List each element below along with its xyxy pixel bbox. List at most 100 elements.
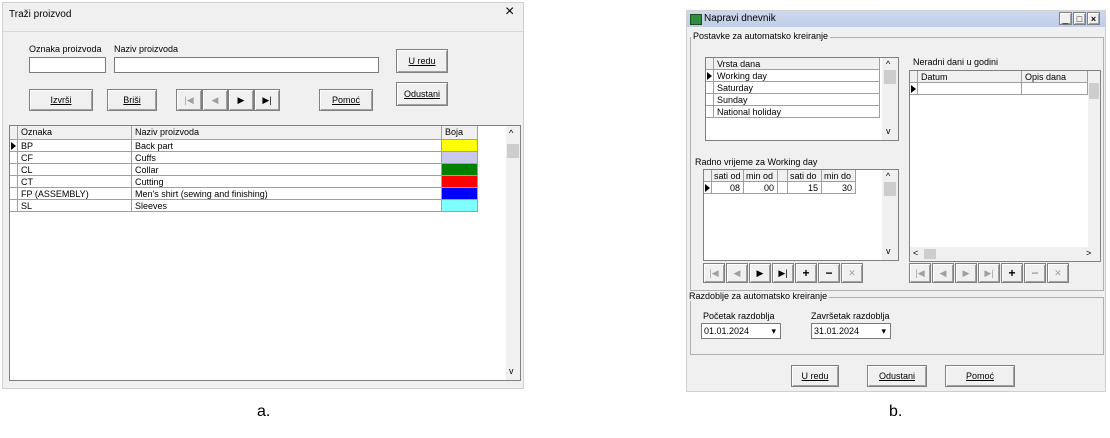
maximize-button[interactable]: □ [1073,12,1086,25]
current-row-indicator [910,83,918,95]
ok-button[interactable]: U redu [396,49,448,73]
worktime-cell[interactable]: 15 [788,182,822,194]
scroll-thumb[interactable] [884,182,896,196]
color-swatch[interactable] [442,164,478,176]
scroll-down-icon[interactable]: v [886,246,891,256]
day-type-cell[interactable]: Saturday [714,82,880,94]
clear-button[interactable]: Briši [107,89,157,111]
code-input[interactable] [29,57,106,73]
column-header-code[interactable]: Oznaka [18,126,132,140]
nav-next-button[interactable]: ▶ [228,89,254,111]
nav-last-button[interactable]: ▶| [254,89,280,111]
scroll-down-icon[interactable]: v [886,126,891,136]
column-header-color[interactable]: Boja [442,126,478,140]
worktime-cell[interactable]: 00 [744,182,778,194]
nonworking-vscroll[interactable] [1088,71,1100,247]
scroll-thumb[interactable] [884,70,896,84]
column-header-name[interactable]: Naziv proizvoda [132,126,442,140]
color-swatch[interactable] [442,140,478,152]
wt-last-button[interactable]: ▶| [772,263,794,283]
code-cell[interactable]: BP [18,140,132,152]
color-swatch[interactable] [442,152,478,164]
code-cell[interactable]: CT [18,176,132,188]
worktime-cell[interactable] [778,182,788,194]
nw-remove-button[interactable]: − [1024,263,1046,283]
wt-prev-button[interactable]: ◀ [726,263,748,283]
color-swatch[interactable] [442,200,478,212]
day-type-table: Vrsta dana Working day Saturday Sunday Nati… [705,57,899,141]
nav-prev-button[interactable]: ◀ [202,89,228,111]
execute-button[interactable]: Izvrši [29,89,93,111]
scroll-left-icon[interactable]: < [913,248,918,258]
cancel-button-label: Odustani [403,89,441,99]
scroll-down-icon[interactable]: v [509,366,514,376]
worktime-column-header[interactable]: sati od [712,170,744,182]
date-cell[interactable] [918,83,1022,95]
wt-remove-button[interactable]: − [818,263,840,283]
name-cell[interactable]: Back part [132,140,442,152]
wt-add-button[interactable]: + [795,263,817,283]
worktime-cell[interactable]: 30 [822,182,856,194]
column-header-day-type[interactable]: Vrsta dana [714,58,880,70]
cancel-button[interactable]: Odustani [396,82,448,106]
worktime-cell[interactable]: 08 [712,182,744,194]
chevron-down-icon[interactable]: ▾ [771,326,776,337]
scroll-up-icon[interactable]: ^ [886,171,890,181]
nw-prev-button[interactable]: ◀ [932,263,954,283]
worktime-column-header[interactable] [778,170,788,182]
color-swatch[interactable] [442,188,478,200]
nw-next-button[interactable]: ▶ [955,263,977,283]
day-type-scrollbar[interactable]: ^ v [882,58,898,140]
vertical-scrollbar[interactable]: ^ v [506,126,520,380]
help-button[interactable]: Pomoć [319,89,373,111]
name-cell[interactable]: Collar [132,164,442,176]
nw-first-button[interactable]: |◀ [909,263,931,283]
nw-last-button[interactable]: ▶| [978,263,1000,283]
nonworking-hscroll[interactable]: < > [910,247,1100,261]
close-icon[interactable]: × [505,3,514,21]
wt-next-button[interactable]: ▶ [749,263,771,283]
scroll-thumb[interactable] [924,249,936,259]
day-type-cell[interactable]: Working day [714,70,880,82]
nav-first-button[interactable]: |◀ [176,89,202,111]
name-cell[interactable]: Cutting [132,176,442,188]
chevron-down-icon[interactable]: ▾ [881,326,886,337]
name-cell[interactable]: Men's shirt (sewing and finishing) [132,188,442,200]
color-swatch[interactable] [442,176,478,188]
close-button[interactable]: × [1087,12,1100,25]
description-cell[interactable] [1022,83,1088,95]
name-cell[interactable]: Cuffs [132,152,442,164]
start-date-select[interactable]: 01.01.2024 ▾ [701,323,781,339]
scroll-thumb[interactable] [507,144,519,158]
worktime-column-header[interactable]: min od [744,170,778,182]
name-cell[interactable]: Sleeves [132,200,442,212]
scroll-up-icon[interactable]: ^ [509,128,513,138]
end-date-select[interactable]: 31.01.2024 ▾ [811,323,891,339]
day-type-cell[interactable]: Sunday [714,94,880,106]
worktime-scrollbar[interactable]: ^ v [882,170,898,260]
day-type-cell[interactable]: National holiday [714,106,880,118]
column-header-date[interactable]: Datum [918,71,1022,83]
name-input[interactable] [114,57,379,73]
column-header-description[interactable]: Opis dana [1022,71,1088,83]
ok-button[interactable]: U redu [791,365,839,387]
code-cell[interactable]: FP (ASSEMBLY) [18,188,132,200]
help-button-label: Pomoć [965,371,994,381]
code-cell[interactable]: CL [18,164,132,176]
scroll-right-icon[interactable]: > [1086,248,1091,258]
code-cell[interactable]: SL [18,200,132,212]
code-cell[interactable]: CF [18,152,132,164]
scroll-up-icon[interactable]: ^ [886,59,890,69]
nw-cancel-button[interactable]: ✕ [1047,263,1069,283]
wt-cancel-button[interactable]: ✕ [841,263,863,283]
wt-first-button[interactable]: |◀ [703,263,725,283]
worktime-column-header[interactable]: sati do [788,170,822,182]
scroll-thumb[interactable] [1089,83,1099,99]
current-row-indicator [704,182,712,194]
minimize-button[interactable]: _ [1059,12,1072,25]
nw-add-button[interactable]: + [1001,263,1023,283]
worktime-column-header[interactable]: min do [822,170,856,182]
cancel-button[interactable]: Odustani [867,365,927,387]
help-button[interactable]: Pomoć [945,365,1015,387]
end-label: Završetak razdoblja [811,311,890,321]
